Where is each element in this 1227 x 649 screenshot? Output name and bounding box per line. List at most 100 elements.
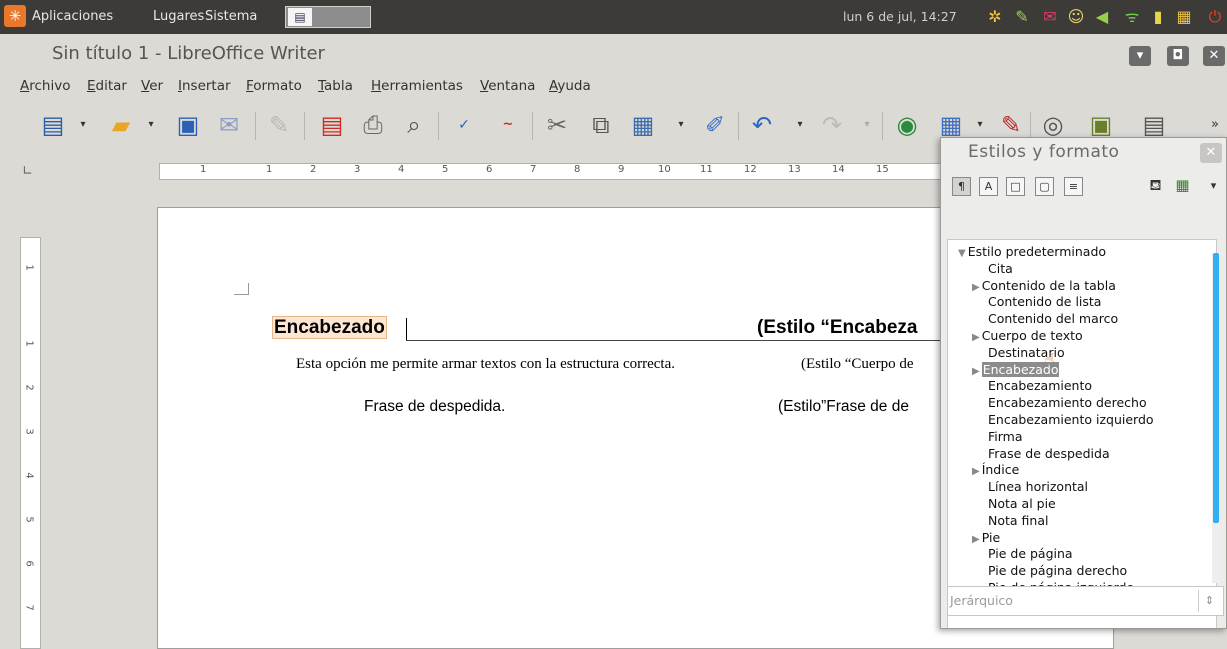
character-styles-icon[interactable]: A [979, 177, 998, 196]
print-preview-icon[interactable]: ⌕ [397, 108, 431, 142]
ruler-number: 6 [23, 560, 35, 567]
copy-icon[interactable]: ⧉ [584, 108, 618, 142]
open-dropdown-icon[interactable]: ▾ [146, 114, 156, 136]
settings-icon[interactable]: ✲ [985, 7, 1005, 27]
style-tree-list[interactable]: ▼ Estilo predeterminado Cita ▶ Contenido de … [947, 239, 1217, 628]
style-list-scrollbar[interactable] [1212, 253, 1220, 583]
closing-paragraph[interactable]: Frase de despedida. [364, 398, 505, 416]
style-list-item[interactable]: ▶ Cuerpo de texto [972, 328, 1083, 344]
autospellcheck-icon[interactable]: ~ [491, 108, 525, 142]
style-list-item[interactable]: Firma [988, 429, 1023, 445]
menu-ver[interactable]: Ver [141, 78, 163, 94]
undo-icon[interactable]: ↶ [745, 108, 779, 142]
menu-herramientas[interactable]: Herramientas [371, 78, 463, 94]
chevron-updown-icon[interactable]: ⇕ [1198, 590, 1220, 612]
closing-style-note[interactable]: (Estilo”Frase de de [778, 398, 909, 416]
close-icon[interactable]: ✕ [1203, 46, 1225, 66]
wifi-icon[interactable]: ᯤ [1122, 7, 1142, 27]
style-list-item[interactable]: Frase de despedida [988, 446, 1110, 462]
scrollbar-thumb[interactable] [1213, 253, 1219, 523]
tab-stop-type-icon[interactable]: ∟ [22, 164, 33, 179]
redo-dropdown-icon[interactable]: ▾ [862, 114, 872, 136]
selected-heading-text[interactable]: Encabezado [272, 316, 387, 339]
minimize-icon[interactable]: ▾ [1129, 46, 1151, 66]
collapsed-triangle-icon[interactable]: ▶ [972, 466, 980, 477]
mail-icon[interactable]: ✉ [1040, 7, 1060, 27]
menu-insertar[interactable]: Insertar [178, 78, 231, 94]
paste-icon[interactable]: ▦ [626, 108, 660, 142]
style-item-label: Encabezamiento [988, 378, 1093, 394]
style-list-item[interactable]: Encabezamiento derecho [988, 395, 1147, 411]
style-list-item[interactable]: Pie de página [988, 546, 1073, 562]
paragraph-styles-icon[interactable]: ¶ [952, 177, 971, 196]
collapsed-triangle-icon[interactable]: ▶ [972, 332, 980, 343]
brush-icon[interactable]: ✎ [1012, 7, 1032, 27]
list-styles-icon[interactable]: ≡ [1064, 177, 1083, 196]
undo-dropdown-icon[interactable]: ▾ [795, 114, 805, 136]
menu-tabla[interactable]: Tabla [318, 78, 353, 94]
body-style-note[interactable]: (Estilo “Cuerpo de [801, 356, 913, 373]
close-icon[interactable]: ✕ [1200, 143, 1222, 163]
collapsed-triangle-icon[interactable]: ▶ [972, 282, 980, 293]
volume-muted-icon[interactable]: ◀ [1092, 7, 1112, 27]
print-icon[interactable]: ⎙ [356, 108, 390, 142]
page-styles-icon[interactable]: ▢ [1035, 177, 1054, 196]
battery-icon[interactable]: ▮ [1148, 7, 1168, 27]
style-list-item[interactable]: Cita [988, 261, 1013, 277]
fill-format-icon[interactable]: ⛾ [1146, 177, 1165, 196]
body-paragraph[interactable]: Esta opción me permite armar textos con … [296, 356, 675, 373]
menu-ventana[interactable]: Ventana [480, 78, 535, 94]
panel-menu-sistema[interactable]: Sistema [205, 9, 257, 24]
heading-paragraph[interactable]: Encabezado [272, 316, 387, 339]
clone-formatting-icon[interactable]: ✐ [698, 108, 732, 142]
menu-archivo[interactable]: Archivo [20, 78, 70, 94]
taskbar-writer-button[interactable]: ▤ [285, 6, 371, 28]
panel-menu-aplicaciones[interactable]: Aplicaciones [32, 9, 113, 24]
menu-editar[interactable]: Editar [87, 78, 127, 94]
clock[interactable]: lun 6 de jul, 14:27 [843, 9, 957, 24]
collapsed-triangle-icon[interactable]: ▶ [972, 534, 980, 545]
frame-styles-icon[interactable]: □ [1006, 177, 1025, 196]
collapsed-triangle-icon[interactable]: ▶ [972, 366, 980, 377]
power-icon[interactable]: ⏻ [1205, 7, 1225, 27]
style-filter-select[interactable]: Jerárquico ⇕ [947, 586, 1224, 616]
style-list-item[interactable]: Contenido de lista [988, 294, 1101, 310]
open-folder-icon[interactable]: ▰ [104, 108, 138, 142]
export-pdf-icon[interactable]: ▤ [315, 108, 349, 142]
horizontal-ruler[interactable]: 1 1 2 3 4 5 6 7 8 9 10 11 12 13 14 15 [159, 163, 949, 180]
new-style-icon[interactable]: ▦ [1173, 177, 1192, 196]
save-icon[interactable]: ▣ [171, 108, 205, 142]
spellcheck-icon[interactable]: ✓ [447, 108, 481, 142]
paste-dropdown-icon[interactable]: ▾ [676, 114, 686, 136]
vertical-ruler[interactable]: 1 1 2 3 4 5 6 7 [20, 237, 41, 649]
cut-icon[interactable]: ✂ [540, 108, 574, 142]
style-list-item[interactable]: Contenido del marco [988, 311, 1118, 327]
style-list-item[interactable]: ▼ Estilo predeterminado [958, 244, 1106, 260]
hyperlink-icon[interactable]: ◉ [890, 108, 924, 142]
email-icon[interactable]: ✉ [212, 108, 246, 142]
network-icon[interactable]: ▦ [1174, 7, 1194, 27]
accessibility-icon[interactable]: ☺ [1066, 7, 1086, 27]
new-dropdown-icon[interactable]: ▾ [78, 114, 88, 136]
menu-formato[interactable]: Formato [246, 78, 302, 94]
table-dropdown-icon[interactable]: ▾ [975, 114, 985, 136]
expanded-triangle-icon[interactable]: ▼ [958, 248, 966, 259]
redo-icon[interactable]: ↷ [815, 108, 849, 142]
style-list-item[interactable]: Encabezamiento [988, 378, 1092, 394]
edit-mode-icon[interactable]: ✎ [262, 108, 296, 142]
style-list-item[interactable]: Línea horizontal [988, 479, 1088, 495]
applications-logo-icon[interactable]: ✳ [4, 5, 26, 27]
panel-menu-lugares[interactable]: Lugares [153, 9, 204, 24]
maximize-icon[interactable]: ◘ [1167, 46, 1189, 66]
new-document-icon[interactable]: ▤ [36, 108, 70, 142]
style-list-item[interactable]: ▶ Pie [972, 530, 1000, 546]
style-actions-dropdown-icon[interactable]: ▾ [1204, 177, 1223, 196]
style-list-item[interactable]: Pie de página derecho [988, 563, 1127, 579]
style-list-item[interactable]: Nota final [988, 513, 1048, 529]
style-list-item[interactable]: Nota al pie [988, 496, 1056, 512]
menu-ayuda[interactable]: Ayuda [549, 78, 591, 94]
style-list-item[interactable]: ▶ Índice [972, 462, 1019, 478]
style-list-item[interactable]: ▶ Contenido de la tabla [972, 278, 1116, 294]
style-list-item[interactable]: Encabezamiento izquierdo [988, 412, 1154, 428]
heading-style-note[interactable]: (Estilo “Encabeza [757, 317, 918, 339]
